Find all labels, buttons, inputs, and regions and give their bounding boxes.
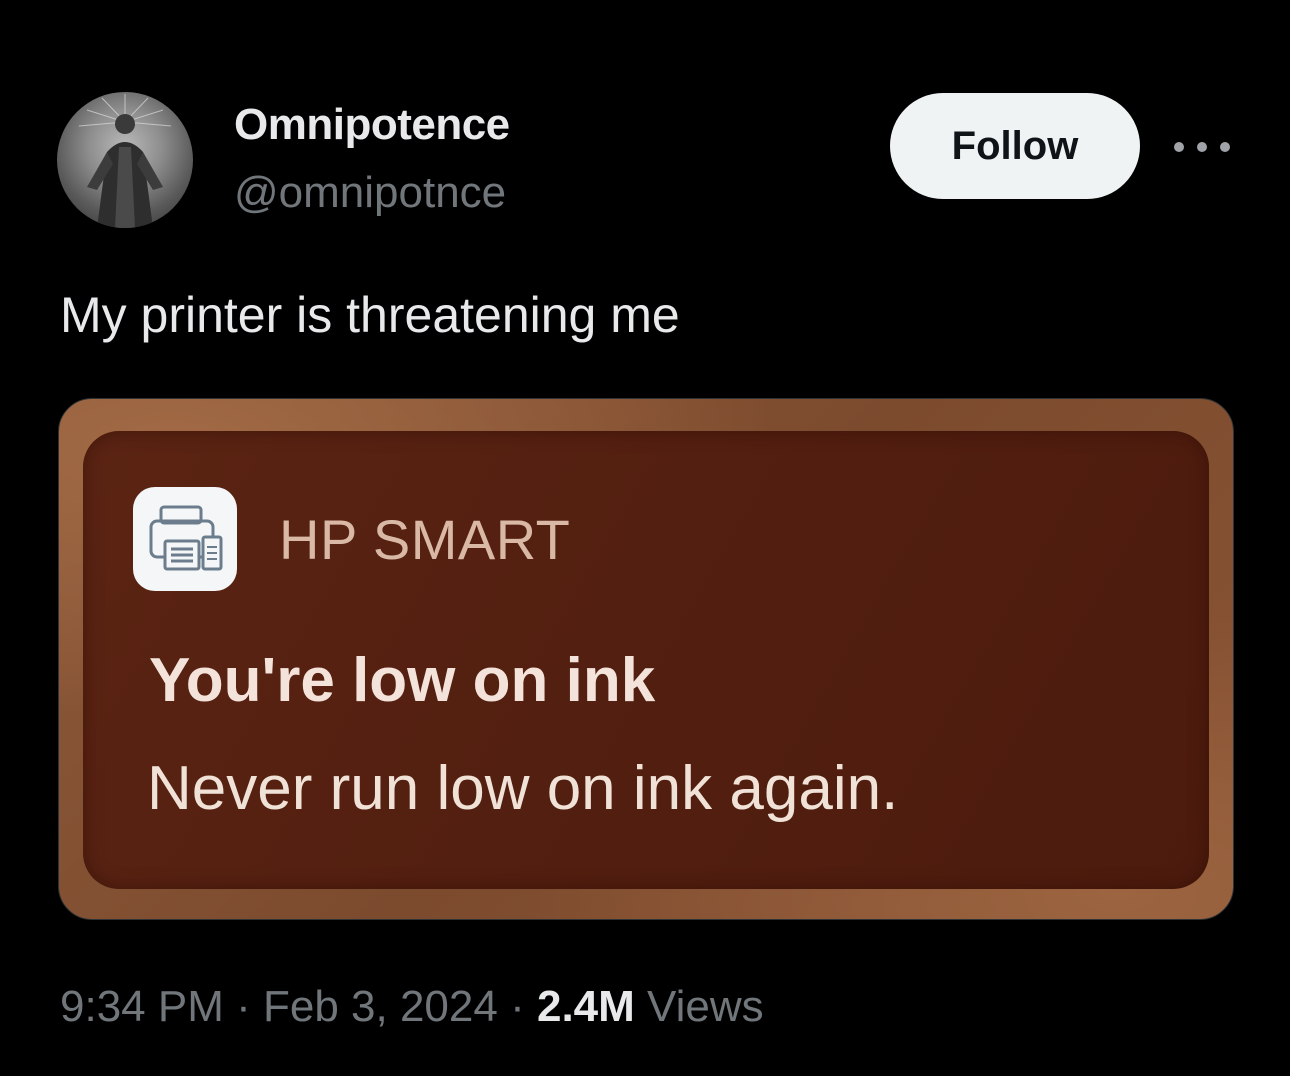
meta-separator: · (510, 982, 525, 1031)
more-dot (1174, 142, 1184, 152)
views-label: Views (647, 982, 764, 1031)
app-icon (133, 487, 237, 591)
tweet-meta: 9:34 PM · Feb 3, 2024 · 2.4M Views (60, 982, 764, 1032)
views-count: 2.4M (536, 982, 635, 1031)
notification-title: You're low on ink (149, 646, 656, 715)
robed-figure-avatar-icon (78, 94, 172, 228)
notification-card: HP SMART You're low on ink Never run low… (83, 431, 1209, 889)
user-handle[interactable]: @omnipotnce (234, 168, 506, 218)
notification-body: Never run low on ink again. (147, 754, 899, 823)
follow-button[interactable]: Follow (890, 93, 1140, 199)
tweet-media-image[interactable]: HP SMART You're low on ink Never run low… (58, 398, 1234, 920)
tweet-date[interactable]: Feb 3, 2024 (263, 982, 498, 1031)
tweet-text: My printer is threatening me (60, 287, 680, 343)
notification-app-name: HP SMART (279, 508, 571, 571)
more-dot (1197, 142, 1207, 152)
meta-separator: · (236, 982, 251, 1031)
more-options-icon[interactable] (1174, 132, 1230, 162)
display-name[interactable]: Omnipotence (234, 100, 510, 150)
more-dot (1220, 142, 1230, 152)
printer-icon (149, 505, 223, 571)
tweet-time[interactable]: 9:34 PM (60, 982, 224, 1031)
avatar[interactable] (57, 92, 193, 228)
